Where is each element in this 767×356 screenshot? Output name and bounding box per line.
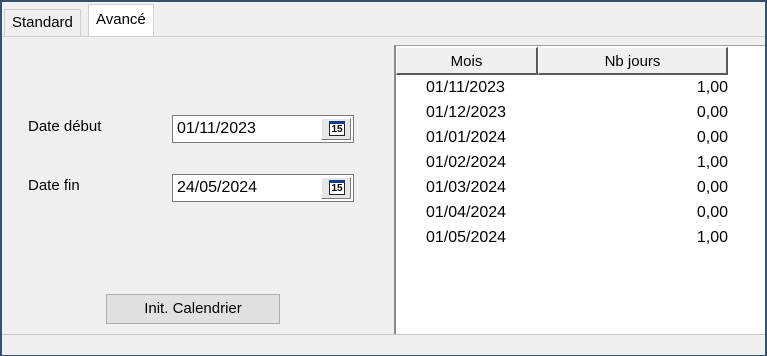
cell-nb-jours: 1,00	[696, 229, 728, 246]
table-row[interactable]: 01/01/2024 0,00	[396, 129, 736, 154]
column-header-mois[interactable]: Mois	[396, 47, 538, 75]
cell-mois: 01/02/2024	[426, 154, 507, 171]
table-row[interactable]: 01/04/2024 0,00	[396, 204, 736, 229]
init-calendrier-label: Init. Calendrier	[144, 300, 242, 317]
cell-nb-jours: 0,00	[696, 179, 728, 196]
date-debut-field[interactable]: 01/11/2023 15	[172, 115, 354, 143]
date-fin-field[interactable]: 24/05/2024 15	[172, 174, 354, 202]
cell-nb-jours: 1,00	[696, 79, 728, 96]
date-debut-calendar-button[interactable]: 15	[321, 118, 351, 140]
cell-nb-jours: 0,00	[696, 104, 728, 121]
table-row[interactable]: 01/11/2023 1,00	[396, 79, 736, 104]
tab-avance-label: Avancé	[96, 11, 146, 28]
date-fin-value[interactable]: 24/05/2024	[177, 179, 257, 197]
table-row[interactable]: 01/12/2023 0,00	[396, 104, 736, 129]
cell-mois: 01/05/2024	[426, 229, 507, 246]
table-row[interactable]: 01/05/2024 1,00	[396, 229, 736, 254]
advanced-panel-window: Standard Avancé Date début 01/11/2023 15…	[0, 0, 767, 356]
table-row[interactable]: 01/02/2024 1,00	[396, 154, 736, 179]
date-fin-calendar-button[interactable]: 15	[321, 177, 351, 199]
tab-strip: Standard Avancé	[2, 2, 765, 37]
tab-divider	[2, 36, 765, 37]
tab-standard[interactable]: Standard	[4, 9, 81, 36]
calendar-icon: 15	[329, 180, 345, 195]
column-header-nb-jours-label: Nb jours	[604, 53, 661, 70]
months-grid[interactable]: Mois Nb jours 01/11/2023 1,00 01/12/2023…	[394, 45, 765, 334]
tab-standard-label: Standard	[12, 14, 73, 31]
tab-avance[interactable]: Avancé	[88, 4, 154, 37]
calendar-icon-day: 15	[331, 124, 343, 135]
column-header-nb-jours[interactable]: Nb jours	[538, 47, 728, 75]
status-bar	[2, 334, 765, 355]
cell-mois: 01/01/2024	[426, 129, 507, 146]
cell-mois: 01/12/2023	[426, 104, 507, 121]
cell-nb-jours: 0,00	[696, 129, 728, 146]
cell-nb-jours: 0,00	[696, 204, 728, 221]
cell-mois: 01/04/2024	[426, 204, 507, 221]
calendar-icon: 15	[329, 121, 345, 136]
date-debut-label: Date début	[28, 118, 102, 135]
cell-nb-jours: 1,00	[696, 154, 728, 171]
init-calendrier-button[interactable]: Init. Calendrier	[106, 294, 280, 324]
cell-mois: 01/11/2023	[426, 79, 505, 96]
date-debut-value[interactable]: 01/11/2023	[177, 120, 256, 138]
calendar-icon-day: 15	[331, 183, 343, 194]
column-header-mois-label: Mois	[450, 53, 483, 70]
cell-mois: 01/03/2024	[426, 179, 507, 196]
table-row[interactable]: 01/03/2024 0,00	[396, 179, 736, 204]
date-fin-label: Date fin	[28, 177, 80, 194]
